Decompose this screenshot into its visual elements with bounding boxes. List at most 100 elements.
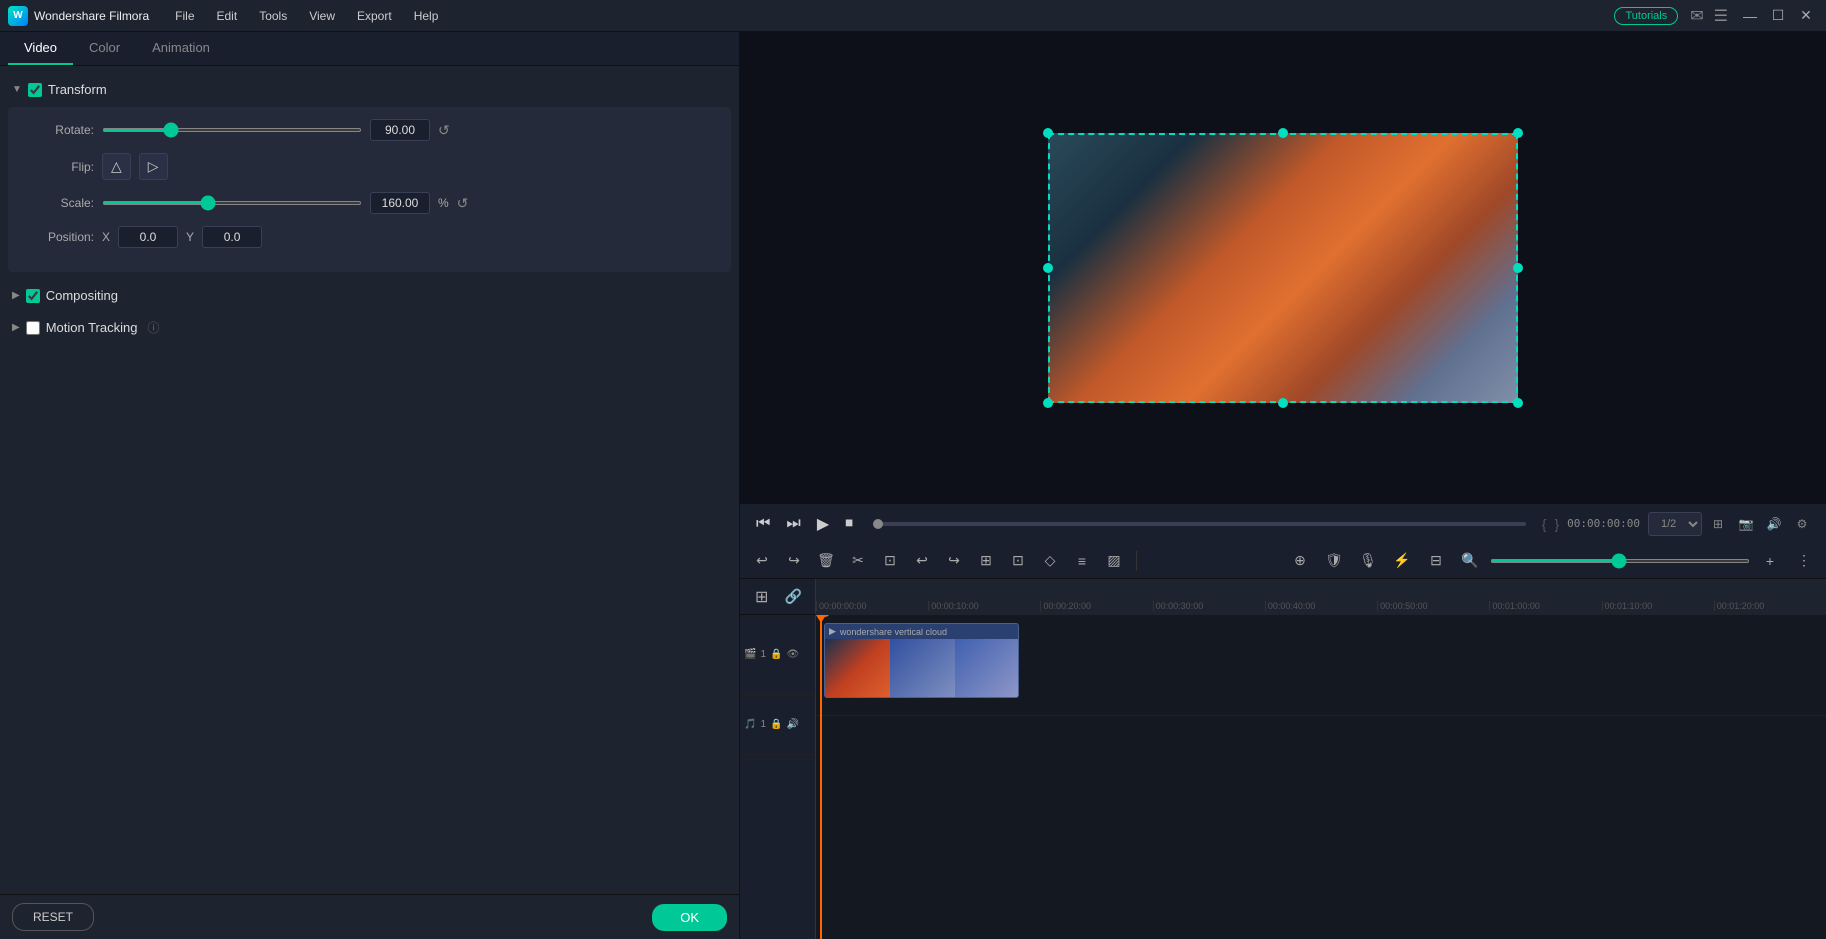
mic-icon[interactable]: 🎙 [1354, 547, 1382, 575]
motion-tracking-chevron: ▶ [12, 322, 20, 333]
cut-button[interactable]: ✂ [844, 547, 872, 575]
align-button[interactable]: ≡ [1068, 547, 1096, 575]
transform-content: Rotate: ↺ Flip: △ ▷ Scale: [8, 107, 731, 272]
delete-button[interactable]: 🗑 [812, 547, 840, 575]
reset-button[interactable]: RESET [12, 903, 94, 931]
tutorials-button[interactable]: Tutorials [1614, 7, 1678, 25]
position-y-input[interactable] [202, 226, 262, 248]
marker-button[interactable]: ◇ [1036, 547, 1064, 575]
rotate-value[interactable] [370, 119, 430, 141]
handle-top-right[interactable] [1513, 128, 1523, 138]
settings-icon[interactable]: ☰ [1714, 6, 1728, 26]
ruler-mark-8: 00:01:20:00 [1714, 601, 1826, 611]
ruler-mark-5: 00:00:50:00 [1377, 601, 1489, 611]
clip-title: wondershare vertical cloud [840, 627, 947, 637]
audio-stretch-button[interactable]: ▨ [1100, 547, 1128, 575]
compositing-section-header[interactable]: ▶ Compositing [0, 280, 739, 311]
menu-export[interactable]: Export [347, 5, 402, 27]
page-selector[interactable]: 1/2 [1648, 512, 1702, 536]
progress-thumb[interactable] [873, 519, 883, 529]
playback-icons: 1/2 ⊞ 📷 🔊 ⚙ [1648, 512, 1814, 536]
menu-view[interactable]: View [299, 5, 345, 27]
scale-slider[interactable] [102, 201, 362, 205]
compositing-checkbox[interactable] [26, 289, 40, 303]
handle-top-left[interactable] [1043, 128, 1053, 138]
ok-button[interactable]: OK [652, 904, 727, 931]
transform-title: Transform [48, 82, 107, 97]
position-x-input[interactable] [118, 226, 178, 248]
timeline-content: 🎬 1 🔒 👁 🎵 1 🔒 🔊 [740, 615, 1826, 939]
fit-button[interactable]: ⊡ [1004, 547, 1032, 575]
timeline-ruler: 00:00:00:00 00:00:10:00 00:00:20:00 00:0… [816, 579, 1826, 615]
scale-value[interactable] [370, 192, 430, 214]
eye-icon[interactable]: 👁 [786, 649, 799, 660]
motion-tracking-info-icon[interactable]: ⓘ [147, 319, 159, 336]
screenshot-icon[interactable]: 📷 [1734, 512, 1758, 536]
undo-button[interactable]: ↩ [748, 547, 776, 575]
expand-button[interactable]: ⊞ [972, 547, 1000, 575]
audio-track-area [816, 715, 1826, 775]
motion-tracking-checkbox[interactable] [26, 321, 40, 335]
zoom-in-icon[interactable]: + [1756, 547, 1784, 575]
tab-color[interactable]: Color [73, 32, 136, 65]
link-tracks-icon[interactable]: 🔗 [780, 583, 808, 611]
maximize-button[interactable]: ☐ [1766, 4, 1790, 28]
scale-reset-icon[interactable]: ↺ [457, 195, 469, 212]
flip-horizontal-button[interactable]: ▷ [139, 153, 168, 180]
position-label: Position: [24, 230, 94, 244]
transform-section-header[interactable]: ▼ Transform [0, 74, 739, 105]
rotate-left-button[interactable]: ↩ [908, 547, 936, 575]
menu-edit[interactable]: Edit [207, 5, 248, 27]
video-clip[interactable]: ▶ wondershare vertical cloud [824, 623, 1019, 698]
handle-bottom-left[interactable] [1043, 398, 1053, 408]
play-button[interactable]: ▶ [813, 510, 833, 538]
menu-tools[interactable]: Tools [249, 5, 297, 27]
minimize-button[interactable]: — [1738, 4, 1762, 28]
rotate-slider[interactable] [102, 128, 362, 132]
close-button[interactable]: ✕ [1794, 4, 1818, 28]
right-toolbar: ⊕ 🛡 🎙 ⚡ ⊟ 🔍 + ⋮ [1286, 547, 1818, 575]
handle-middle-left[interactable] [1043, 263, 1053, 273]
x-label: X [102, 230, 110, 244]
shield-icon[interactable]: 🛡 [1320, 547, 1348, 575]
handle-middle-right[interactable] [1513, 263, 1523, 273]
crop-button[interactable]: ⊡ [876, 547, 904, 575]
audio-speaker-icon[interactable]: 🔊 [786, 719, 798, 730]
redo-button[interactable]: ↪ [780, 547, 808, 575]
handle-bottom-middle[interactable] [1278, 398, 1288, 408]
timeline-tracks: ▶ wondershare vertical cloud [816, 615, 1826, 939]
clip-icon: ▶ [829, 626, 836, 637]
properties-panel: ▼ Transform Rotate: ↺ Flip: △ [0, 66, 739, 894]
audio-icon[interactable]: 🔊 [1762, 512, 1786, 536]
tab-animation[interactable]: Animation [136, 32, 226, 65]
tab-video[interactable]: Video [8, 32, 73, 65]
progress-bar[interactable] [873, 522, 1526, 526]
playhead[interactable] [820, 615, 822, 939]
zoom-slider[interactable] [1490, 559, 1750, 563]
menu-file[interactable]: File [165, 5, 204, 27]
captions-icon[interactable]: ⊟ [1422, 547, 1450, 575]
rotate-reset-icon[interactable]: ↺ [438, 122, 450, 139]
rotate-right-button[interactable]: ↪ [940, 547, 968, 575]
transform-checkbox[interactable] [28, 83, 42, 97]
mail-icon[interactable]: ✉ [1690, 6, 1703, 26]
more-icon[interactable]: ⋮ [1790, 547, 1818, 575]
motion-icon[interactable]: ⊕ [1286, 547, 1314, 575]
handle-top-middle[interactable] [1278, 128, 1288, 138]
lock-icon[interactable]: 🔒 [770, 649, 782, 660]
add-track-icon[interactable]: ⊞ [748, 583, 776, 611]
motion-tracking-section-header[interactable]: ▶ Motion Tracking ⓘ [0, 311, 739, 344]
effects-icon[interactable]: ⚡ [1388, 547, 1416, 575]
flip-vertical-button[interactable]: △ [102, 153, 131, 180]
zoom-out-icon[interactable]: 🔍 [1456, 547, 1484, 575]
settings-icon[interactable]: ⚙ [1790, 512, 1814, 536]
audio-lock-icon[interactable]: 🔒 [770, 719, 782, 730]
menu-help[interactable]: Help [404, 5, 449, 27]
step-back-button[interactable]: ⏮ [752, 511, 774, 537]
rotate-label: Rotate: [24, 123, 94, 137]
step-forward-button[interactable]: ⏭ [782, 511, 804, 537]
scale-unit: % [438, 196, 449, 210]
fit-to-screen-icon[interactable]: ⊞ [1706, 512, 1730, 536]
handle-bottom-right[interactable] [1513, 398, 1523, 408]
stop-button[interactable]: ⏹ [841, 511, 857, 537]
